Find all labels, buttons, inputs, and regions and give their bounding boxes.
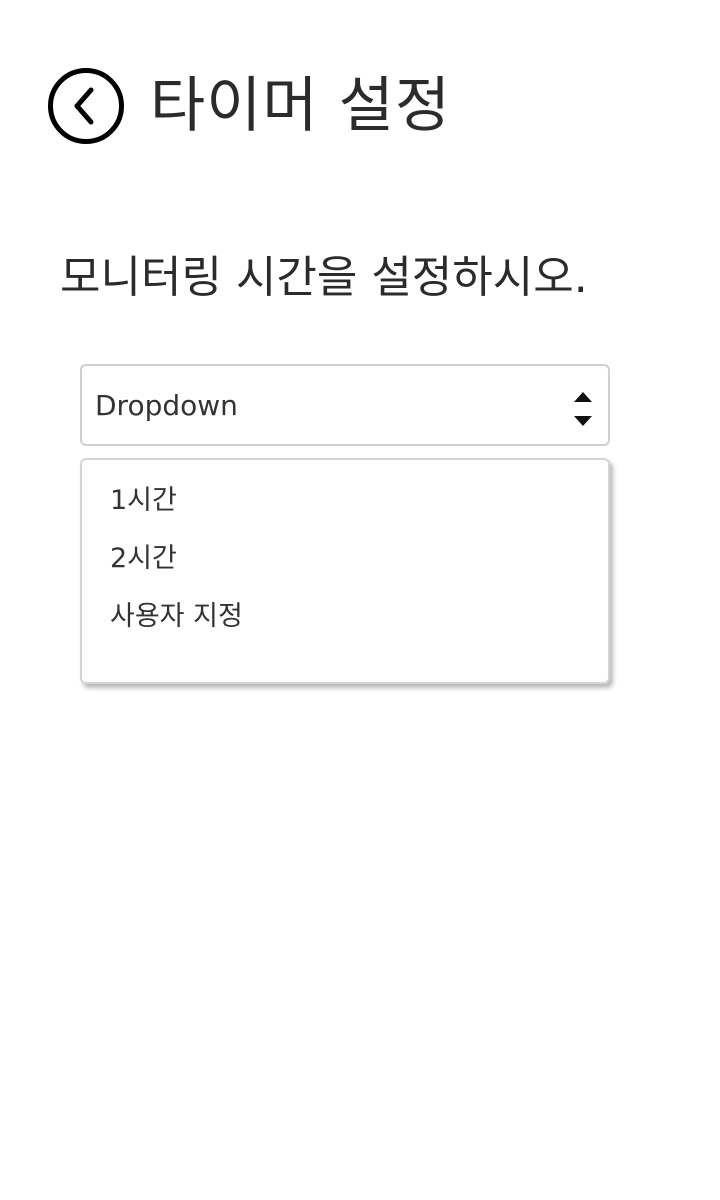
dropdown-menu: 1시간 2시간 사용자 지정 — [80, 458, 610, 684]
dropdown-option-custom[interactable]: 사용자 지정 — [82, 590, 608, 648]
chevron-left-circle-icon — [48, 68, 124, 144]
page-title: 타이머 설정 — [150, 71, 452, 141]
back-button[interactable] — [48, 68, 124, 144]
sort-up-down-icon — [574, 392, 592, 426]
time-dropdown[interactable]: Dropdown — [80, 364, 610, 446]
instruction-text: 모니터링 시간을 설정하시오. — [60, 252, 588, 303]
dropdown-option-1-hour[interactable]: 1시간 — [82, 474, 608, 532]
dropdown-option-2-hours[interactable]: 2시간 — [82, 532, 608, 590]
dropdown-selected-value: Dropdown — [95, 388, 238, 422]
header: 타이머 설정 — [48, 60, 451, 152]
